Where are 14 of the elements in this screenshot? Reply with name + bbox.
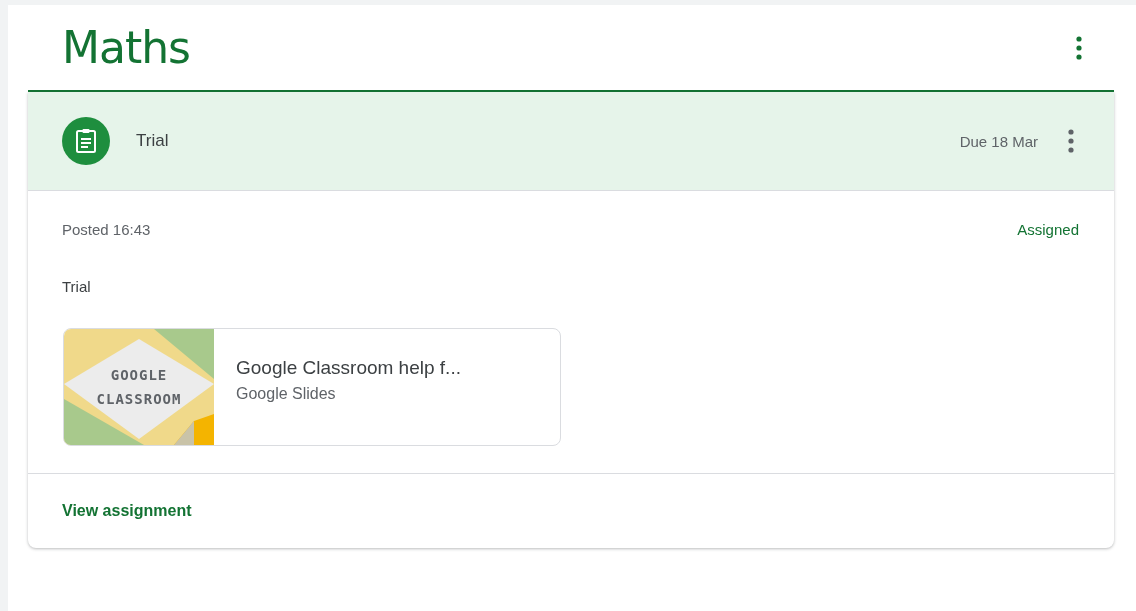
posted-time: Posted 16:43 (62, 221, 151, 238)
assignment-status: Assigned (1017, 221, 1079, 238)
thumbnail-text: GOOGLE CLASSROOM (96, 366, 182, 409)
assignment-icon (62, 117, 110, 165)
due-date: Due 18 Mar (959, 132, 1038, 150)
attachment-title: Google Classroom help f... (236, 357, 461, 379)
assignment-description: Trial (62, 278, 92, 295)
attachment-type: Google Slides (236, 385, 337, 403)
attachment-card[interactable]: GOOGLE CLASSROOM Google Classroom help f... Google Slides (63, 328, 561, 446)
assignment-title: Trial (136, 131, 170, 151)
view-assignment-link[interactable]: View assignment (62, 502, 192, 519)
more-vertical-icon (1076, 34, 1082, 61)
class-title: Maths (62, 22, 190, 73)
more-vertical-icon (1068, 128, 1074, 154)
